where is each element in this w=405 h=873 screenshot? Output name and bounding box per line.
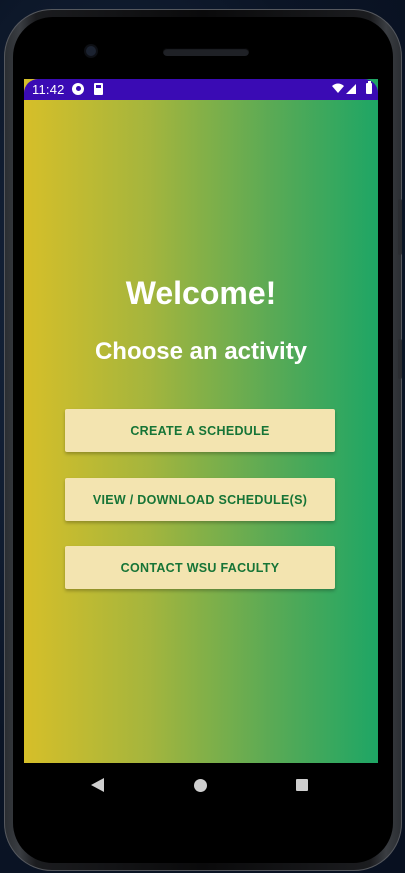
status-time: 11:42 <box>32 82 65 97</box>
status-bar: 11:42 <box>24 79 378 100</box>
welcome-title: Welcome! <box>125 275 277 311</box>
app-screen: 11:42 Welcome! Choose an activity CREATE… <box>24 79 378 763</box>
wifi-icon <box>332 83 344 93</box>
volume-button[interactable] <box>398 199 402 255</box>
notification-circle-icon <box>72 83 84 95</box>
navigation-bar <box>24 763 378 807</box>
recent-apps-icon[interactable] <box>296 779 308 791</box>
power-button[interactable] <box>398 339 402 379</box>
earpiece-speaker <box>163 48 249 56</box>
create-schedule-button[interactable]: CREATE A SCHEDULE <box>65 409 335 452</box>
view-download-schedule-button[interactable]: VIEW / DOWNLOAD SCHEDULE(S) <box>65 478 335 521</box>
choose-activity-subtitle: Choose an activity <box>94 338 308 365</box>
home-icon[interactable] <box>194 779 207 792</box>
back-icon[interactable] <box>91 778 104 792</box>
sd-card-icon <box>94 83 103 95</box>
signal-icon <box>346 84 356 94</box>
contact-wsu-faculty-button[interactable]: CONTACT WSU FACULTY <box>65 546 335 589</box>
battery-icon <box>366 81 372 94</box>
front-camera-icon <box>86 46 96 56</box>
